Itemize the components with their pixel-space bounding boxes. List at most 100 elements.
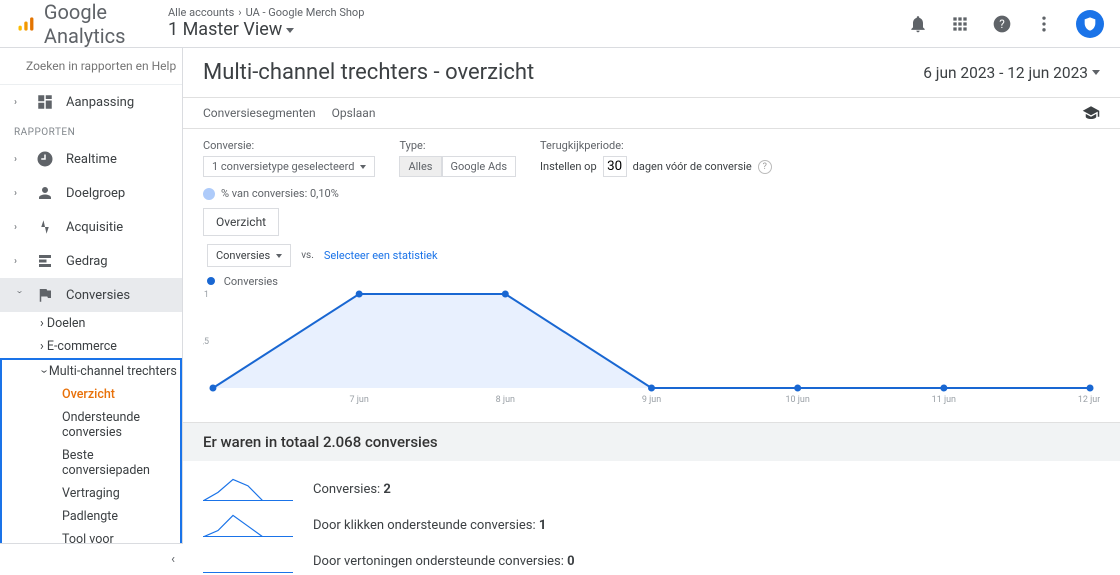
- caret-down-icon: [1092, 70, 1100, 75]
- vs-label: vs.: [301, 250, 314, 261]
- sidebar-item-label: Gedrag: [66, 254, 108, 269]
- legend-dot-icon: [207, 277, 215, 285]
- summary-header: Er waren in totaal 2.068 conversies: [183, 422, 1120, 461]
- chart-legend: Conversies: [203, 275, 1100, 288]
- sidebar-mct[interactable]: › Multi-channel trechters: [2, 360, 180, 383]
- graduation-cap-icon[interactable]: [1082, 104, 1100, 122]
- conversie-dropdown[interactable]: 1 conversietype geselecteerd: [203, 156, 375, 177]
- sidebar-conversies[interactable]: › Conversies: [0, 278, 182, 312]
- acquisition-icon: [36, 218, 54, 236]
- chevron-right-icon: ›: [14, 97, 24, 108]
- chart-area: Conversies 0,51 7 jun8 jun9 jun10 jun11 …: [183, 275, 1120, 422]
- view-name: 1 Master View: [168, 19, 908, 41]
- svg-text:1: 1: [204, 290, 209, 300]
- sidebar-item-label: E-commerce: [47, 339, 117, 354]
- help-tooltip-icon[interactable]: ?: [758, 160, 772, 174]
- chevron-left-icon: ‹: [171, 552, 175, 567]
- clock-icon: [36, 150, 54, 168]
- instellen-suffix: dagen vóór de conversie: [633, 160, 752, 173]
- metric-dropdown[interactable]: Conversies: [207, 244, 291, 267]
- date-range-text: 6 jun 2023 - 12 jun 2023: [923, 64, 1088, 82]
- action-subbar: Conversiesegmenten Opslaan: [183, 97, 1120, 129]
- account-selector[interactable]: Alle accounts › UA - Google Merch Shop 1…: [168, 6, 908, 41]
- sidebar-padlengte[interactable]: Padlengte: [2, 505, 180, 528]
- breadcrumb-all: Alle accounts: [168, 6, 234, 19]
- svg-text:11 jun: 11 jun: [932, 395, 956, 405]
- svg-text:?: ?: [999, 17, 1005, 31]
- chevron-right-icon: ›: [238, 6, 241, 19]
- apps-icon[interactable]: [950, 14, 970, 34]
- stats-grid: Conversies: 2 Door klikken ondersteunde c…: [183, 461, 1120, 575]
- sidebar-search[interactable]: [0, 48, 182, 85]
- sidebar-doelgroep[interactable]: › Doelgroep: [0, 176, 182, 210]
- stat-label: Door klikken ondersteunde conversies: 1: [313, 518, 546, 533]
- tab-overzicht[interactable]: Overzicht: [203, 208, 279, 236]
- terugkijk-label: Terugkijkperiode:: [540, 139, 772, 152]
- sidebar-item-label: Acquisitie: [66, 220, 123, 235]
- type-googleads-button[interactable]: Google Ads: [442, 156, 517, 177]
- sidebar-aanpassing[interactable]: › Aanpassing: [0, 85, 182, 119]
- sidebar-ondersteunde[interactable]: Ondersteunde conversies: [2, 406, 180, 444]
- behavior-icon: [36, 252, 54, 270]
- conversie-selected: 1 conversietype geselecteerd: [212, 160, 354, 173]
- breadcrumb-property: UA - Google Merch Shop: [246, 6, 365, 19]
- stat-label: Door vertoningen ondersteunde conversies…: [313, 554, 575, 569]
- person-icon: [36, 184, 54, 202]
- chevron-right-icon: ›: [14, 256, 24, 267]
- sidebar-item-label: Doelgroep: [66, 186, 125, 201]
- caret-down-icon: [360, 165, 366, 169]
- metric-selector-row: Conversies vs. Selecteer een statistiek: [183, 236, 1120, 275]
- type-control: Type: Alles Google Ads: [399, 139, 516, 177]
- opslaan-link[interactable]: Opslaan: [332, 106, 376, 120]
- sparkline: [203, 513, 293, 537]
- stat-row: Door vertoningen ondersteunde conversies…: [203, 543, 1100, 575]
- stat-label: Conversies: 2: [313, 482, 391, 497]
- svg-text:8 jun: 8 jun: [496, 395, 515, 405]
- sidebar-acquisitie[interactable]: › Acquisitie: [0, 210, 182, 244]
- sidebar-realtime[interactable]: › Realtime: [0, 142, 182, 176]
- sidebar-mct-group: › Multi-channel trechters Overzicht Onde…: [0, 358, 182, 568]
- type-btn-group: Alles Google Ads: [399, 156, 516, 177]
- line-chart: 0,51 7 jun8 jun9 jun10 jun11 jun12 jun: [203, 288, 1100, 408]
- sidebar-overzicht[interactable]: Overzicht: [2, 383, 180, 406]
- topbar: Google Analytics Alle accounts › UA - Go…: [0, 0, 1120, 48]
- type-alles-button[interactable]: Alles: [399, 156, 441, 177]
- sidebar-beste[interactable]: Beste conversiepaden: [2, 444, 180, 482]
- sidebar-vertraging[interactable]: Vertraging: [2, 482, 180, 505]
- pct-row: % van conversies: 0,10%: [183, 187, 1120, 208]
- sidebar-ecommerce[interactable]: › E-commerce: [0, 335, 182, 358]
- controls-bar: Conversie: 1 conversietype geselecteerd …: [183, 129, 1120, 187]
- sidebar-collapse[interactable]: ‹: [0, 543, 183, 575]
- topbar-actions: ?: [908, 10, 1104, 38]
- dashboard-icon: [36, 93, 54, 111]
- chevron-right-icon: ›: [14, 188, 24, 199]
- svg-text:9 jun: 9 jun: [642, 395, 661, 405]
- help-icon[interactable]: ?: [992, 14, 1012, 34]
- date-range-picker[interactable]: 6 jun 2023 - 12 jun 2023: [923, 64, 1120, 82]
- lookback-days-input[interactable]: [603, 156, 627, 177]
- search-input[interactable]: [26, 59, 182, 73]
- select-metric-link[interactable]: Selecteer een statistiek: [324, 249, 438, 262]
- sidebar-item-label: Realtime: [66, 152, 117, 167]
- sidebar-item-label: Conversies: [66, 288, 130, 303]
- brand-name: Google Analytics: [44, 0, 168, 48]
- sparkline: [203, 477, 293, 501]
- sidebar-gedrag[interactable]: › Gedrag: [0, 244, 182, 278]
- flag-icon: [36, 286, 54, 304]
- sparkline: [203, 549, 293, 573]
- shield-badge-icon[interactable]: [1076, 10, 1104, 38]
- conversie-label: Conversie:: [203, 139, 375, 152]
- conversiesegmenten-link[interactable]: Conversiesegmenten: [203, 106, 316, 120]
- stat-row: Conversies: 2: [203, 471, 1100, 507]
- metric-selected: Conversies: [216, 249, 270, 262]
- sidebar-doelen[interactable]: › Doelen: [0, 312, 182, 335]
- type-label: Type:: [399, 139, 516, 152]
- sidebar: › Aanpassing RAPPORTEN › Realtime › Doel…: [0, 48, 183, 575]
- breadcrumb: Alle accounts › UA - Google Merch Shop: [168, 6, 908, 19]
- caret-down-icon: [276, 254, 282, 258]
- caret-down-icon: [286, 28, 294, 33]
- sidebar-item-label: Doelen: [47, 316, 86, 331]
- bell-icon[interactable]: [908, 14, 928, 34]
- conversie-control: Conversie: 1 conversietype geselecteerd: [203, 139, 375, 177]
- more-vert-icon[interactable]: [1034, 14, 1054, 34]
